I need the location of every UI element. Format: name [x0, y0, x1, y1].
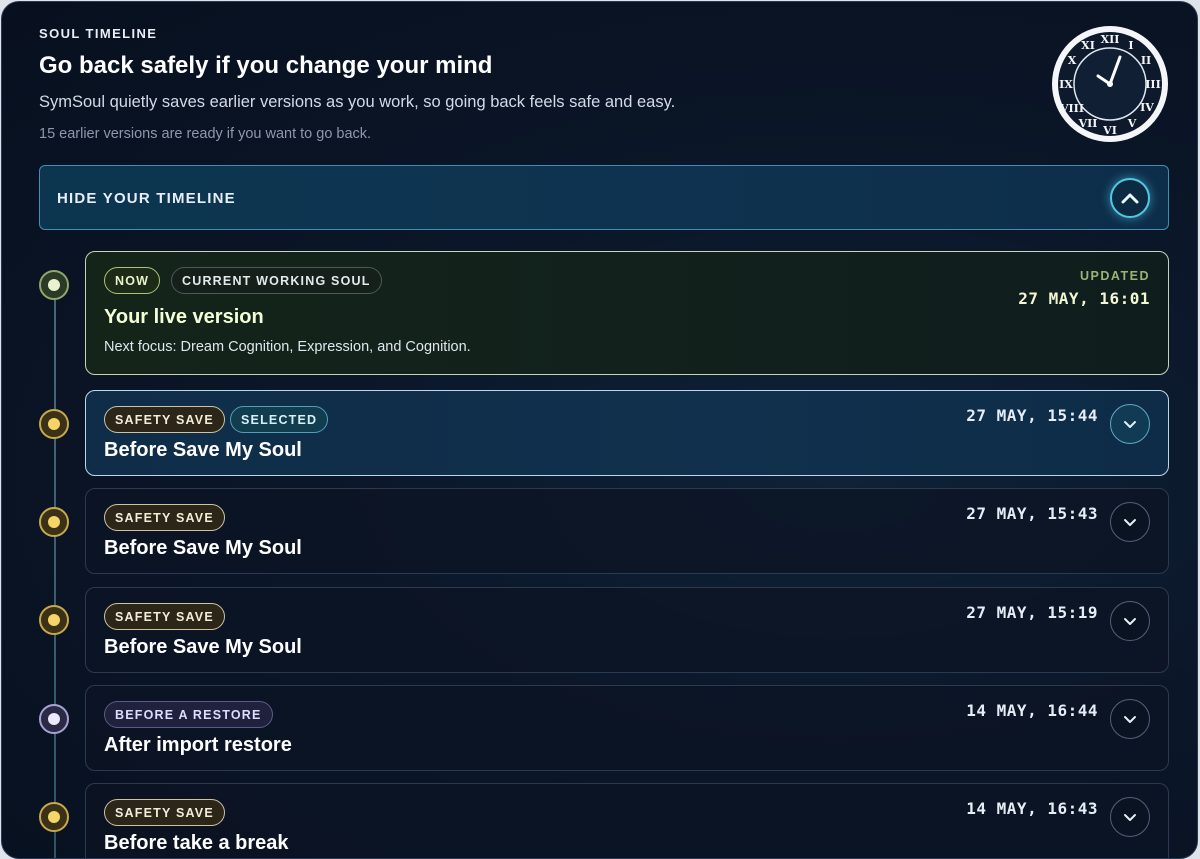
section-eyebrow: SOUL TIMELINE — [39, 26, 158, 41]
chevron-down-icon[interactable] — [1110, 797, 1150, 837]
entry-timestamp: 27 MAY, 15:19 — [966, 603, 1098, 622]
updated-label: UPDATED — [1080, 269, 1150, 283]
entry-title: Before Save My Soul — [104, 636, 302, 658]
entry-title: Before take a break — [104, 832, 289, 854]
current-working-soul-badge: CURRENT WORKING SOUL — [171, 267, 382, 294]
live-version-card[interactable]: NOW CURRENT WORKING SOUL UPDATED 27 MAY,… — [85, 251, 1169, 375]
entry-timestamp: 27 MAY, 15:43 — [966, 504, 1098, 523]
chevron-down-icon[interactable] — [1110, 601, 1150, 641]
hide-timeline-toggle[interactable]: HIDE YOUR TIMELINE — [39, 165, 1169, 230]
svg-text:XI: XI — [1081, 39, 1095, 52]
svg-text:IX: IX — [1059, 78, 1073, 91]
chevron-up-icon[interactable] — [1110, 178, 1150, 218]
timeline-dot-restore — [39, 704, 69, 734]
timeline-rail — [54, 285, 56, 858]
versions-count: 15 earlier versions are ready if you wan… — [39, 126, 372, 142]
svg-text:VII: VII — [1078, 117, 1098, 130]
timeline-entry[interactable]: SAFETY SAVE SELECTED Before Save My Soul… — [85, 390, 1169, 476]
selected-badge: SELECTED — [230, 406, 329, 433]
toggle-label: HIDE YOUR TIMELINE — [57, 190, 236, 207]
live-title: Your live version — [104, 306, 264, 328]
chevron-down-icon[interactable] — [1110, 502, 1150, 542]
timeline-dot-safety-save — [39, 507, 69, 537]
timeline-dot-safety-save — [39, 409, 69, 439]
svg-text:I: I — [1128, 39, 1133, 52]
page-title: Go back safely if you change your mind — [39, 52, 493, 79]
timeline-dot-safety-save — [39, 605, 69, 635]
chevron-down-icon[interactable] — [1110, 404, 1150, 444]
svg-text:III: III — [1145, 78, 1160, 91]
svg-text:II: II — [1141, 54, 1151, 67]
now-badge: NOW — [104, 267, 161, 294]
svg-text:VIII: VIII — [1059, 102, 1084, 115]
svg-text:IV: IV — [1140, 101, 1154, 114]
live-description: Next focus: Dream Cognition, Expression,… — [104, 339, 471, 355]
timeline-entry[interactable]: SAFETY SAVE Before Save My Soul 27 MAY, … — [85, 488, 1169, 574]
entry-title: After import restore — [104, 734, 292, 756]
entry-timestamp: 27 MAY, 15:44 — [966, 406, 1098, 425]
entry-title: Before Save My Soul — [104, 537, 302, 559]
entry-title: Before Save My Soul — [104, 439, 302, 461]
entry-timestamp: 14 MAY, 16:44 — [966, 701, 1098, 720]
soul-timeline-panel: SOUL TIMELINE Go back safely if you chan… — [1, 1, 1198, 859]
safety-save-badge: SAFETY SAVE — [104, 504, 225, 531]
safety-save-badge: SAFETY SAVE — [104, 603, 225, 630]
timeline-entry[interactable]: BEFORE A RESTORE After import restore 14… — [85, 685, 1169, 771]
svg-text:VI: VI — [1102, 124, 1117, 137]
safety-save-badge: SAFETY SAVE — [104, 799, 225, 826]
page-subtitle: SymSoul quietly saves earlier versions a… — [39, 93, 676, 111]
before-restore-badge: BEFORE A RESTORE — [104, 701, 273, 728]
entry-timestamp: 14 MAY, 16:43 — [966, 799, 1098, 818]
chevron-down-icon[interactable] — [1110, 699, 1150, 739]
svg-text:V: V — [1127, 117, 1137, 130]
clock-icon: XII I II III IV V VI VII VIII IX X XI — [1052, 26, 1168, 142]
timeline-dot-live — [39, 270, 69, 300]
timeline-entry[interactable]: SAFETY SAVE Before Save My Soul 27 MAY, … — [85, 587, 1169, 673]
timeline-entry[interactable]: SAFETY SAVE Before take a break 14 MAY, … — [85, 783, 1169, 858]
timeline-dot-safety-save — [39, 802, 69, 832]
safety-save-badge: SAFETY SAVE — [104, 406, 225, 433]
svg-text:XII: XII — [1101, 33, 1120, 46]
live-timestamp: 27 MAY, 16:01 — [1018, 289, 1150, 308]
svg-text:X: X — [1068, 54, 1077, 67]
